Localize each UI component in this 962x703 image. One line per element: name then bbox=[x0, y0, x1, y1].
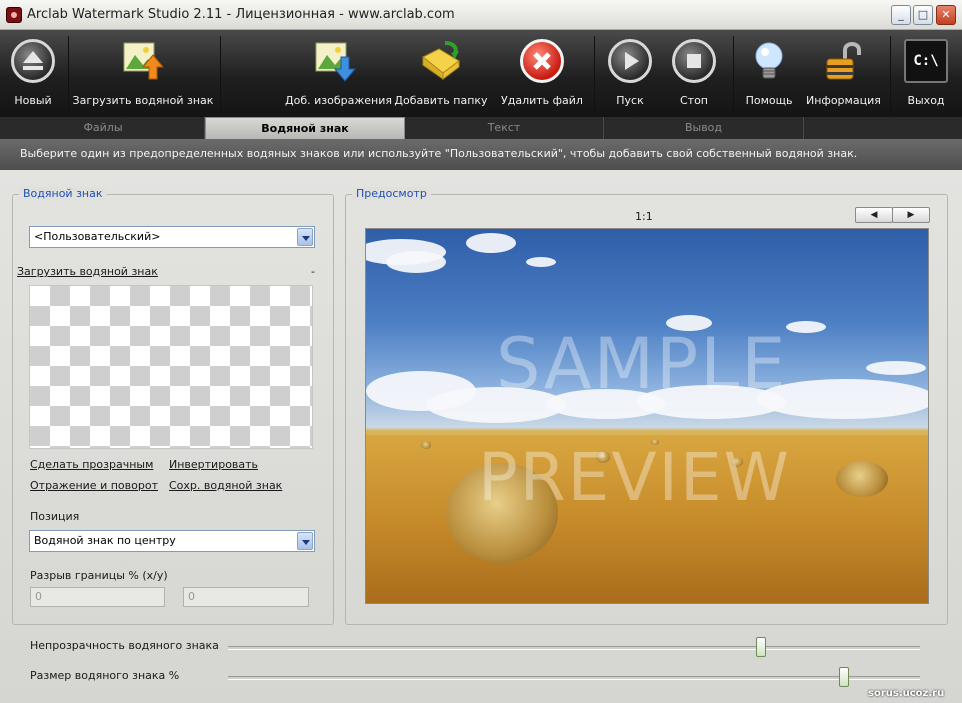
opacity-slider-thumb[interactable] bbox=[755, 637, 766, 657]
size-label: Размер водяного знака % bbox=[30, 669, 180, 682]
stop-label: Стоп bbox=[679, 94, 708, 107]
lightbulb-icon bbox=[747, 39, 791, 83]
title-bar: Arclab Watermark Studio 2.11 - Лицензион… bbox=[0, 0, 962, 30]
position-select[interactable]: Водяной знак по центру bbox=[29, 530, 315, 552]
new-label: Новый bbox=[14, 94, 52, 107]
tab-text[interactable]: Текст bbox=[405, 117, 604, 139]
padlock-icon bbox=[821, 39, 865, 83]
opacity-slider-track[interactable] bbox=[228, 646, 920, 650]
size-slider-track[interactable] bbox=[228, 676, 920, 680]
arrow-left-icon: ◀ bbox=[870, 210, 878, 220]
preview-watermark-line2: PREVIEW bbox=[478, 439, 791, 516]
corner-watermark: sorus.ucoz.ru bbox=[868, 688, 945, 699]
previous-image-button[interactable]: ◀ bbox=[855, 207, 893, 223]
add-folder-button[interactable]: Добавить папку bbox=[392, 30, 490, 117]
arrow-right-icon: ▶ bbox=[907, 210, 915, 220]
delete-x-icon bbox=[520, 39, 564, 83]
watermark-preview-canvas bbox=[29, 285, 313, 449]
start-label: Пуск bbox=[616, 94, 644, 107]
preview-image: SAMPLE PREVIEW bbox=[365, 228, 929, 604]
watermark-preset-select[interactable]: <Пользовательский> bbox=[29, 226, 315, 248]
minimize-button[interactable]: _ bbox=[891, 5, 911, 25]
add-images-button[interactable]: Доб. изображения bbox=[285, 30, 392, 117]
start-button[interactable]: Пуск bbox=[600, 30, 660, 117]
close-button[interactable]: ✕ bbox=[936, 5, 956, 25]
preview-watermark-line1: SAMPLE bbox=[496, 323, 788, 405]
opacity-label: Непрозрачность водяного знака bbox=[30, 639, 219, 652]
load-watermark-button[interactable]: Загрузить водяной знак bbox=[72, 30, 214, 117]
folder-icon bbox=[419, 39, 463, 83]
stop-icon bbox=[672, 39, 716, 83]
add-folder-label: Добавить папку bbox=[394, 94, 488, 107]
console-icon-text: C:\ bbox=[913, 53, 939, 69]
zoom-level: 1:1 bbox=[635, 210, 653, 223]
add-images-label: Доб. изображения bbox=[285, 94, 392, 107]
stop-button[interactable]: Стоп bbox=[664, 30, 724, 117]
maximize-button[interactable]: □ bbox=[913, 5, 933, 25]
watermark-preset-value: <Пользовательский> bbox=[34, 230, 161, 243]
load-watermark-link[interactable]: Загрузить водяной знак bbox=[17, 265, 158, 278]
console-icon: C:\ bbox=[904, 39, 948, 83]
position-value: Водяной знак по центру bbox=[34, 534, 176, 547]
size-slider-thumb[interactable] bbox=[838, 667, 849, 687]
info-bar: Выберите один из предопределенных водяны… bbox=[0, 139, 962, 170]
chevron-down-icon[interactable] bbox=[297, 228, 313, 246]
load-watermark-dash: - bbox=[311, 265, 315, 278]
hay-bale bbox=[836, 461, 888, 497]
help-button[interactable]: Помощь bbox=[740, 30, 798, 117]
gap-x-input[interactable]: 0 bbox=[30, 587, 165, 607]
toolbar: Новый Загрузить водяной знак Доб. изобра… bbox=[0, 30, 962, 117]
make-transparent-link[interactable]: Сделать прозрачным bbox=[30, 458, 153, 471]
tab-output[interactable]: Вывод bbox=[604, 117, 804, 139]
eject-icon bbox=[11, 39, 55, 83]
position-label: Позиция bbox=[30, 510, 80, 523]
app-icon bbox=[6, 7, 22, 23]
border-gap-label: Разрыв границы % (x/y) bbox=[30, 569, 168, 582]
next-image-button[interactable]: ▶ bbox=[892, 207, 930, 223]
delete-file-label: Удалить файл bbox=[501, 94, 583, 107]
image-download-icon bbox=[313, 39, 357, 83]
delete-file-button[interactable]: Удалить файл bbox=[500, 30, 584, 117]
image-upload-icon bbox=[121, 39, 165, 83]
load-watermark-label: Загрузить водяной знак bbox=[72, 94, 214, 107]
exit-button[interactable]: C:\ Выход bbox=[896, 30, 956, 117]
preview-group-title: Предосмотр bbox=[352, 187, 431, 200]
exit-label: Выход bbox=[907, 94, 945, 107]
tab-watermark[interactable]: Водяной знак bbox=[205, 117, 405, 139]
play-icon bbox=[608, 39, 652, 83]
flip-rotate-link[interactable]: Отражение и поворот bbox=[30, 479, 158, 492]
watermark-group-title: Водяной знак bbox=[19, 187, 107, 200]
info-label: Информация bbox=[806, 94, 881, 107]
save-watermark-link[interactable]: Сохр. водяной знак bbox=[169, 479, 282, 492]
invert-link[interactable]: Инвертировать bbox=[169, 458, 258, 471]
gap-y-input[interactable]: 0 bbox=[183, 587, 309, 607]
chevron-down-icon[interactable] bbox=[297, 532, 313, 550]
tab-bar: Файлы Водяной знак Текст Вывод bbox=[0, 117, 962, 139]
help-label: Помощь bbox=[745, 94, 793, 107]
window-title: Arclab Watermark Studio 2.11 - Лицензион… bbox=[27, 7, 455, 22]
new-button[interactable]: Новый bbox=[2, 30, 64, 117]
tab-files[interactable]: Файлы bbox=[2, 117, 205, 139]
info-button[interactable]: Информация bbox=[806, 30, 881, 117]
